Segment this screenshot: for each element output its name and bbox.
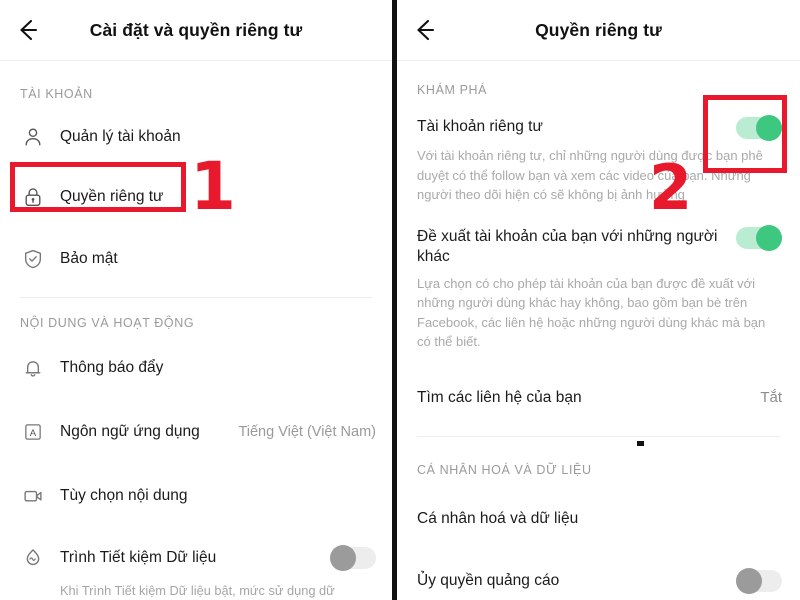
row-value-find-contacts: Tắt: [760, 389, 782, 407]
row-content-preferences[interactable]: Tùy chọn nội dung: [0, 474, 392, 518]
toggle-data-saver[interactable]: [330, 545, 376, 571]
row-find-contacts[interactable]: Tìm các liên hệ của bạn Tắt: [397, 378, 800, 418]
row-label: Trình Tiết kiệm Dữ liệu: [60, 549, 217, 567]
row-value-language: Tiếng Việt (Việt Nam): [238, 424, 376, 440]
letter-a-icon: A: [20, 419, 46, 445]
screenshot-root: Cài đặt và quyền riêng tư TÀI KHOẢN Quản…: [0, 0, 800, 600]
row-label: Cá nhân hoá và dữ liệu: [417, 509, 579, 527]
row-data-saver[interactable]: Trình Tiết kiệm Dữ liệu: [0, 536, 392, 580]
row-push-notifications[interactable]: Thông báo đẩy: [0, 346, 392, 390]
section-label-account: TÀI KHOẢN: [20, 87, 93, 101]
bell-icon: [20, 355, 46, 381]
back-button-left[interactable]: [0, 0, 56, 60]
row-personalization-and-data[interactable]: Cá nhân hoá và dữ liệu: [397, 499, 800, 539]
arrow-left-icon: [412, 17, 438, 43]
row-private-account[interactable]: Tài khoản riêng tư: [397, 115, 800, 141]
data-saver-icon: [20, 545, 46, 571]
row-ad-authorization[interactable]: Ủy quyền quảng cáo: [397, 561, 800, 600]
svg-text:A: A: [30, 428, 37, 439]
toggle-knob: [756, 224, 782, 251]
row-label: Ngôn ngữ ứng dụng: [60, 423, 200, 441]
page-title-left: Cài đặt và quyền riêng tư: [89, 19, 303, 40]
header-divider-left: [0, 60, 392, 61]
left-appbar: Cài đặt và quyền riêng tư: [0, 0, 392, 60]
row-manage-account[interactable]: Quản lý tài khoản: [0, 115, 392, 159]
page-title-right: Quyền riêng tư: [535, 19, 662, 40]
row-label: Đề xuất tài khoản của bạn với những ngườ…: [417, 227, 718, 265]
row-label: Quyền riêng tư: [60, 188, 164, 206]
section-label-discover: KHÁM PHÁ: [417, 83, 488, 97]
settings-and-privacy-screen: Cài đặt và quyền riêng tư TÀI KHOẢN Quản…: [0, 0, 392, 600]
row-label: Quản lý tài khoản: [60, 128, 181, 146]
lock-icon: [20, 184, 46, 210]
privacy-screen: Quyền riêng tư KHÁM PHÁ Tài khoản riêng …: [397, 0, 800, 600]
toggle-suggest-account[interactable]: [736, 224, 782, 251]
row-label: Thông báo đẩy: [60, 359, 164, 377]
row-label: Tìm các liên hệ của bạn: [417, 388, 582, 406]
person-icon: [20, 124, 46, 150]
mouse-cursor-marker: [637, 441, 644, 446]
section-label-content-activity: NỘI DUNG VÀ HOẠT ĐỘNG: [20, 316, 195, 330]
row-label: Tài khoản riêng tư: [417, 118, 543, 135]
toggle-knob: [756, 115, 782, 141]
row-privacy[interactable]: Quyền riêng tư: [0, 175, 392, 219]
back-button-right[interactable]: [397, 0, 453, 60]
arrow-left-icon: [15, 17, 41, 43]
row-label: Tùy chọn nội dung: [60, 487, 188, 505]
row-description-suggest-account: Lựa chọn có cho phép tài khoản của bạn đ…: [417, 275, 766, 350]
video-icon: [20, 483, 46, 509]
row-description-data-saver: Khi Trình Tiết kiệm Dữ liệu bật, mức sử …: [60, 583, 335, 598]
row-description-private-account: Với tài khoản riêng tư, chỉ những người …: [417, 148, 763, 202]
row-app-language[interactable]: A Ngôn ngữ ứng dụng Tiếng Việt (Việt Nam…: [0, 410, 392, 454]
row-suggest-account[interactable]: Đề xuất tài khoản của bạn với những ngườ…: [397, 224, 800, 267]
right-appbar: Quyền riêng tư: [397, 0, 800, 60]
toggle-knob: [330, 545, 356, 571]
toggle-knob: [736, 567, 762, 594]
section-label-personalization: CÁ NHÂN HOÁ VÀ DỮ LIỆU: [417, 462, 592, 477]
toggle-ad-authorization[interactable]: [736, 567, 782, 594]
toggle-private-account[interactable]: [736, 115, 782, 141]
row-security[interactable]: Bảo mật: [0, 237, 392, 281]
shield-check-icon: [20, 246, 46, 272]
row-label: Bảo mật: [60, 250, 118, 268]
row-label: Ủy quyền quảng cáo: [417, 571, 560, 589]
